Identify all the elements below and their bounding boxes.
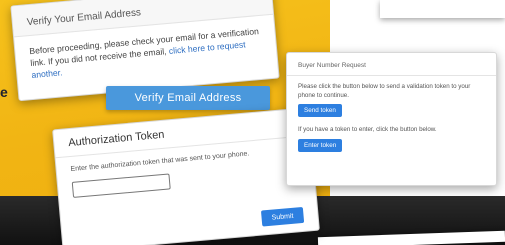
partial-heading-letter: e <box>0 84 8 100</box>
enter-token-text: If you have a token to enter, click the … <box>298 126 437 133</box>
phone-token-body: Please click the button below to send a … <box>287 76 496 168</box>
submit-button[interactable]: Submit <box>260 206 305 227</box>
enter-token-button[interactable]: Enter token <box>298 138 343 152</box>
verify-email-button[interactable]: Verify Email Address <box>106 86 270 110</box>
authorization-token-card: Authorization Token Enter the authorizat… <box>52 106 320 245</box>
send-token-text: Please click the button below to send a … <box>298 83 471 99</box>
send-token-button[interactable]: Send token <box>298 104 342 117</box>
token-input[interactable] <box>71 173 171 198</box>
phone-token-card: Buyer Number Request Please click the bu… <box>286 52 497 186</box>
background-card-top <box>380 0 505 18</box>
phone-token-title: Buyer Number Request <box>287 53 496 76</box>
